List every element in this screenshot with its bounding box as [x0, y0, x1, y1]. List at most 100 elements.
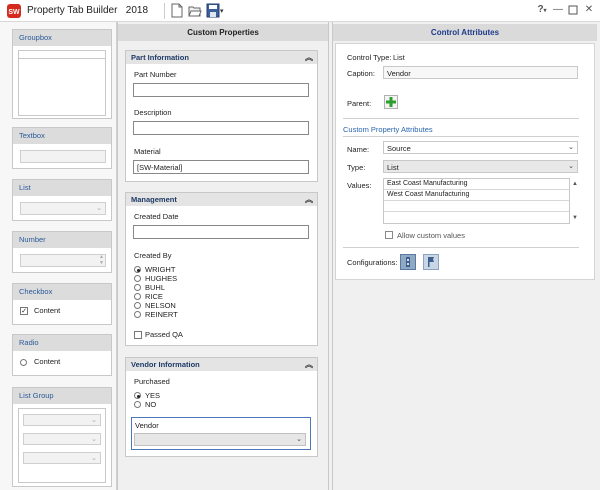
- scroll-down-icon[interactable]: ▼: [571, 214, 579, 222]
- help-icon[interactable]: ?▾: [535, 3, 549, 17]
- radio-button[interactable]: [134, 293, 141, 300]
- palette-number[interactable]: Number ▲ ▼: [12, 231, 112, 273]
- values-scrollbar[interactable]: ▲ ▼: [571, 180, 579, 222]
- control-type-label: Control Type:: [347, 53, 392, 62]
- option-yes[interactable]: YES: [145, 391, 160, 400]
- allow-custom-values-checkbox[interactable]: [385, 231, 393, 239]
- allow-custom-values-label: Allow custom values: [397, 231, 465, 240]
- checkbox-preview-text: Content: [34, 306, 61, 315]
- flag-icon: [428, 257, 434, 267]
- palette-checkbox-label: Checkbox: [13, 284, 111, 300]
- configuration-filter-button[interactable]: [400, 254, 416, 270]
- created-date-field[interactable]: [133, 225, 309, 239]
- maximize-icon[interactable]: [566, 3, 580, 17]
- list-preview: ⌄: [20, 202, 106, 215]
- option-rice[interactable]: RICE: [145, 292, 163, 301]
- passed-qa-label: Passed QA: [145, 330, 183, 339]
- caption-field[interactable]: Vendor: [383, 66, 578, 79]
- chevron-down-icon: ⌄: [91, 417, 97, 424]
- collapse-icon[interactable]: ︽: [305, 359, 313, 370]
- radio-button[interactable]: [134, 401, 141, 408]
- radio-button-selected[interactable]: [134, 392, 141, 399]
- values-label: Values:: [347, 181, 372, 190]
- option-wright[interactable]: WRIGHT: [145, 265, 175, 274]
- control-type-value: List: [393, 53, 405, 62]
- radio-preview-text: Content: [34, 357, 61, 366]
- type-dropdown[interactable]: List ⌄: [383, 160, 578, 173]
- management-group[interactable]: Management ︽ Created Date Created By WRI…: [125, 192, 318, 346]
- radio-button[interactable]: [134, 302, 141, 309]
- purchased-label: Purchased: [134, 377, 170, 386]
- description-label: Description: [134, 108, 172, 117]
- type-label: Type:: [347, 163, 366, 172]
- vendor-information-group[interactable]: Vendor Information ︽ Purchased YES NO Ve…: [125, 357, 318, 457]
- description-field[interactable]: [133, 121, 309, 135]
- palette-radio[interactable]: Radio Content: [12, 334, 112, 376]
- open-folder-icon[interactable]: [188, 3, 202, 18]
- palette-list[interactable]: List ⌄: [12, 179, 112, 221]
- radio-button[interactable]: [134, 275, 141, 282]
- option-no[interactable]: NO: [145, 400, 156, 409]
- chevron-down-icon: ⌄: [296, 436, 302, 443]
- control-palette: Groupbox Textbox List ⌄ Number ▲ ▼ Checkb…: [0, 22, 117, 490]
- solidworks-logo-icon: SW: [6, 3, 22, 19]
- list-group-dropdown-1: ⌄: [23, 414, 101, 426]
- configurations-label: Configurations:: [347, 258, 398, 267]
- vendor-dropdown[interactable]: ⌄: [134, 433, 306, 446]
- close-icon[interactable]: ✕: [582, 3, 596, 17]
- name-dropdown-value: Source: [387, 144, 411, 153]
- list-group-dropdown-2: ⌄: [23, 433, 101, 445]
- save-disk-icon[interactable]: [206, 3, 220, 18]
- option-hughes[interactable]: HUGHES: [145, 274, 177, 283]
- passed-qa-checkbox[interactable]: [134, 331, 142, 339]
- add-parent-button[interactable]: [384, 95, 398, 109]
- part-number-field[interactable]: [133, 83, 309, 97]
- vendor-information-title: Vendor Information: [131, 360, 200, 369]
- collapse-icon[interactable]: ︽: [305, 52, 313, 63]
- list-group-dropdown-3: ⌄: [23, 452, 101, 464]
- name-dropdown[interactable]: Source ⌄: [383, 141, 578, 154]
- palette-list-group[interactable]: List Group ⌄ ⌄ ⌄: [12, 387, 112, 487]
- collapse-icon[interactable]: ︽: [305, 194, 313, 205]
- created-by-label: Created By: [134, 251, 172, 260]
- custom-properties-header: Custom Properties: [118, 24, 328, 41]
- palette-checkbox[interactable]: Checkbox ✓ Content: [12, 283, 112, 325]
- minimize-icon[interactable]: —: [551, 3, 565, 17]
- part-information-group[interactable]: Part Information ︽ Part Number Descripti…: [125, 50, 318, 182]
- option-buhl[interactable]: BUHL: [145, 283, 165, 292]
- management-title: Management: [131, 195, 177, 204]
- divider: [343, 118, 579, 119]
- material-field[interactable]: [SW-Material]: [133, 160, 309, 174]
- new-file-icon[interactable]: [170, 3, 184, 18]
- option-reinert[interactable]: REINERT: [145, 310, 178, 319]
- window-title: Property Tab Builder 2018: [27, 5, 148, 16]
- radio-button[interactable]: [134, 284, 141, 291]
- palette-list-label: List: [13, 180, 111, 196]
- vendor-selected-control[interactable]: Vendor ⌄: [131, 417, 311, 450]
- values-row[interactable]: West Coast Manufacturing: [384, 190, 569, 201]
- values-row-empty[interactable]: [384, 212, 569, 223]
- configuration-flag-button[interactable]: [423, 254, 439, 270]
- palette-textbox[interactable]: Textbox: [12, 127, 112, 169]
- radio-button[interactable]: [134, 311, 141, 318]
- values-row-empty[interactable]: [384, 201, 569, 212]
- configuration-filter-icon: [406, 257, 410, 267]
- list-group-preview: ⌄ ⌄ ⌄: [18, 408, 106, 483]
- groupbox-preview: [18, 50, 106, 116]
- svg-text:SW: SW: [8, 9, 20, 16]
- scroll-up-icon[interactable]: ▲: [571, 180, 579, 188]
- spinner-arrows-icon: ▲ ▼: [99, 254, 104, 266]
- option-nelson[interactable]: NELSON: [145, 301, 176, 310]
- palette-number-label: Number: [13, 232, 111, 248]
- palette-groupbox[interactable]: Groupbox: [12, 29, 112, 119]
- part-information-header: Part Information ︽: [126, 51, 317, 64]
- chevron-down-icon: ⌄: [568, 144, 574, 151]
- created-date-label: Created Date: [134, 212, 179, 221]
- palette-groupbox-label: Groupbox: [13, 30, 111, 46]
- values-list[interactable]: East Coast Manufacturing West Coast Manu…: [383, 178, 570, 224]
- dropdown-arrow-icon[interactable]: ▾: [220, 7, 224, 15]
- part-number-label: Part Number: [134, 70, 177, 79]
- checkbox-preview-icon: ✓: [20, 307, 28, 315]
- values-row[interactable]: East Coast Manufacturing: [384, 179, 569, 190]
- radio-button-selected[interactable]: [134, 266, 141, 273]
